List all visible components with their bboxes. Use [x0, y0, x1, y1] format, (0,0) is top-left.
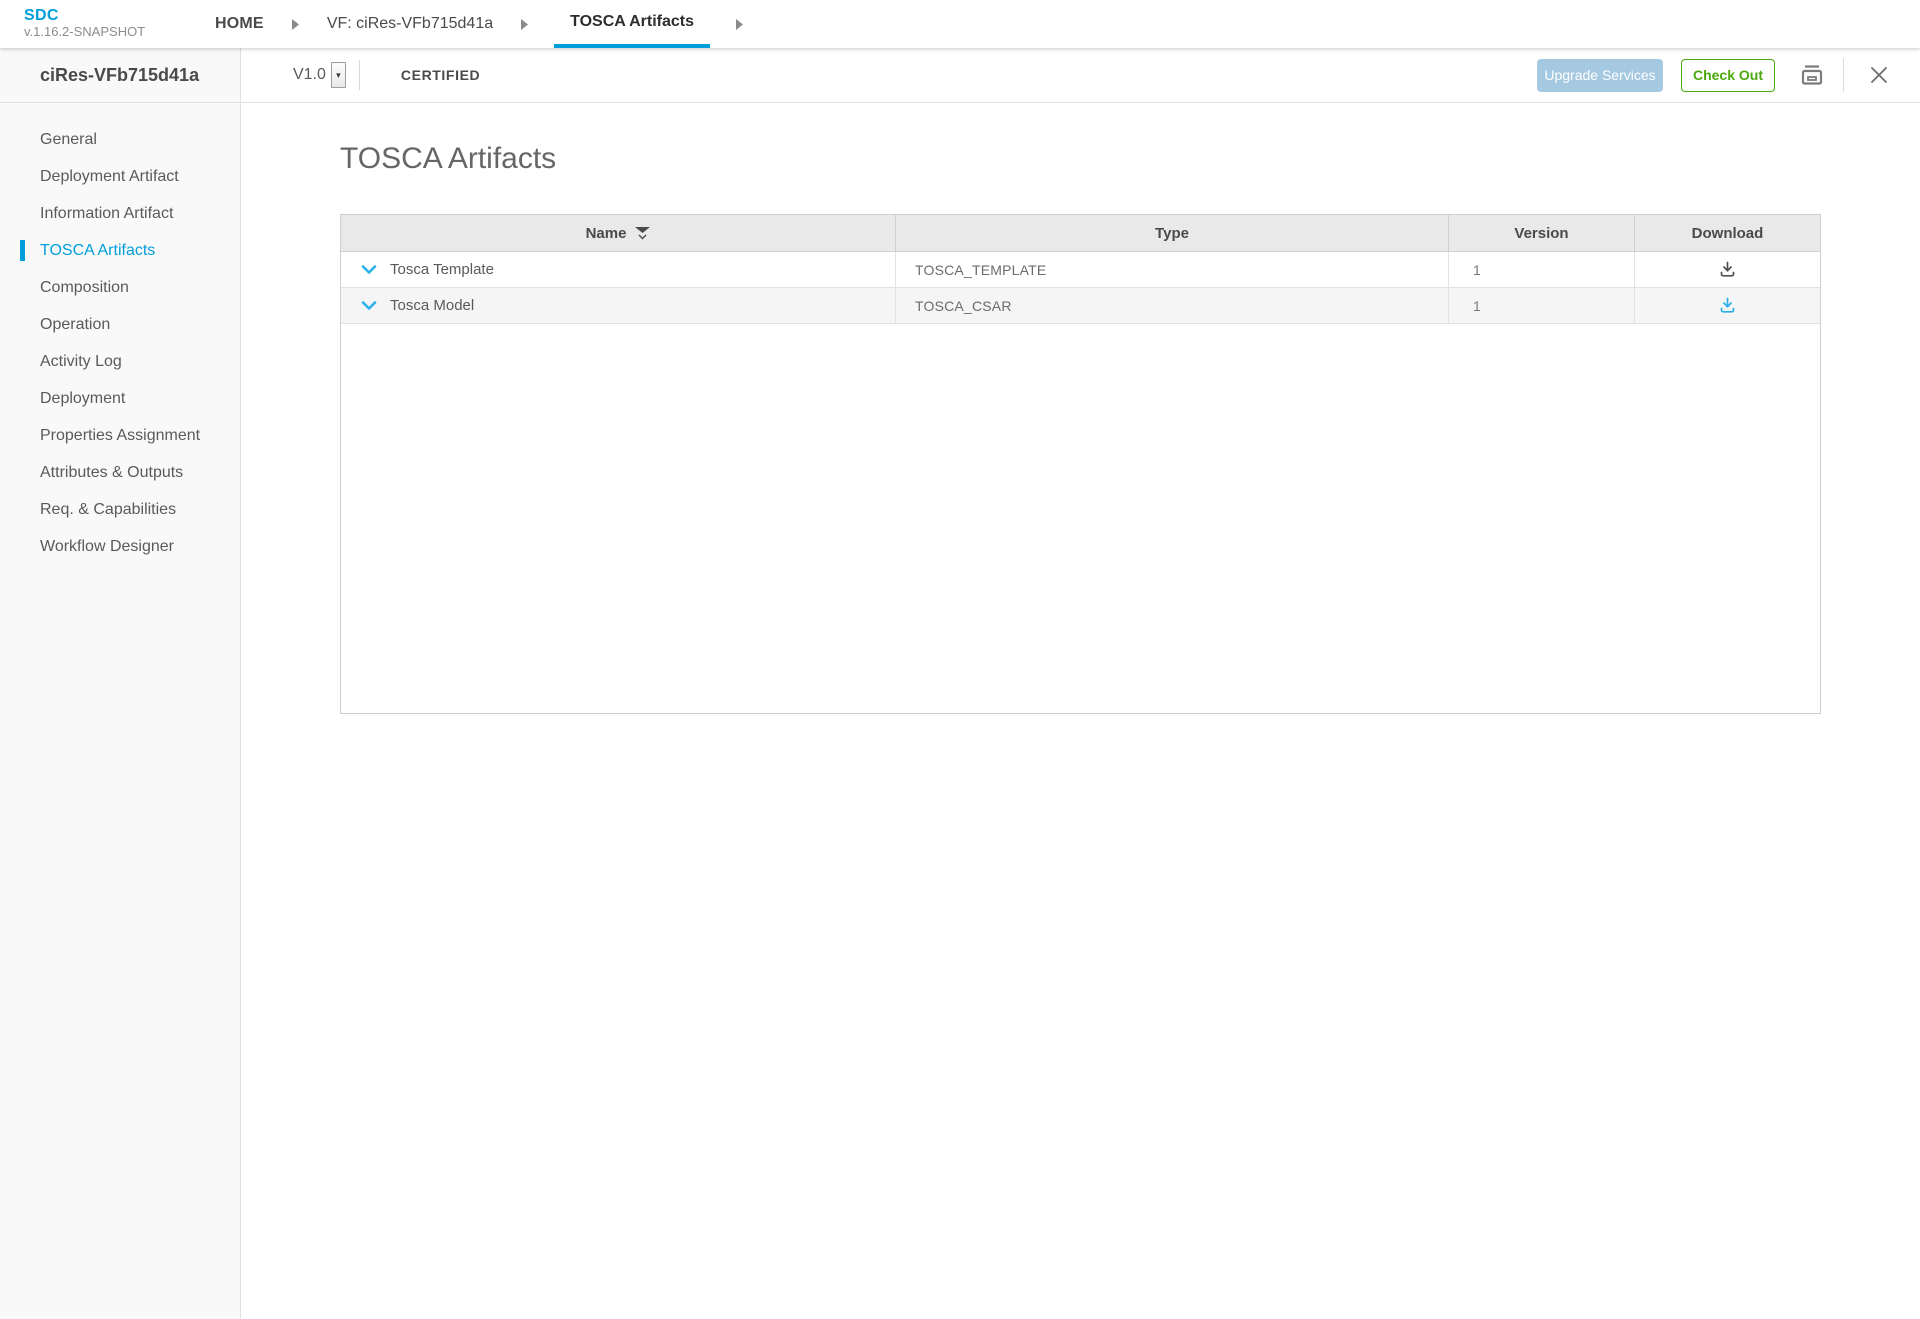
- breadcrumb-separator-icon: [291, 0, 299, 48]
- artifact-version: 1: [1449, 288, 1635, 323]
- main-content: TOSCA Artifacts Name Type Version Downlo…: [241, 104, 1920, 1319]
- active-indicator: [20, 240, 25, 261]
- sidebar-item-label: Workflow Designer: [40, 537, 174, 555]
- breadcrumb-home[interactable]: HOME: [213, 0, 266, 48]
- sidebar-item-operation[interactable]: Operation: [0, 306, 240, 343]
- sidebar-item-label: Deployment Artifact: [40, 167, 179, 185]
- artifact-type: TOSCA_CSAR: [896, 288, 1449, 323]
- lifecycle-status-badge: CERTIFIED: [400, 67, 481, 83]
- divider: [358, 60, 360, 90]
- column-header-type[interactable]: Type: [896, 215, 1449, 251]
- artifact-name: Tosca Template: [390, 261, 494, 278]
- sort-icon: [635, 226, 651, 240]
- sidebar-item-properties-assignment[interactable]: Properties Assignment: [0, 417, 240, 454]
- sidebar-item-label: Composition: [40, 278, 129, 296]
- sidebar-item-general[interactable]: General: [0, 121, 240, 158]
- sidebar-item-tosca-artifacts[interactable]: TOSCA Artifacts: [0, 232, 240, 269]
- print-icon[interactable]: [1797, 60, 1827, 90]
- column-header-label: Type: [1155, 224, 1189, 242]
- column-header-label: Name: [585, 224, 627, 242]
- resource-toolbar: V1.0 ▾ CERTIFIED Upgrade Services Check …: [241, 48, 1920, 103]
- resource-title: ciRes-VFb715d41a: [40, 64, 200, 85]
- sidebar: ciRes-VFb715d41a General Deployment Arti…: [0, 48, 241, 1319]
- sidebar-item-deployment-artifact[interactable]: Deployment Artifact: [0, 158, 240, 195]
- version-label: V1.0: [293, 66, 326, 83]
- page-title: TOSCA Artifacts: [340, 142, 557, 175]
- sidebar-item-composition[interactable]: Composition: [0, 269, 240, 306]
- top-bar: SDC v.1.16.2-SNAPSHOT HOME VF: ciRes-VFb…: [0, 0, 1920, 48]
- download-icon[interactable]: [1718, 260, 1737, 279]
- expand-chevron-icon[interactable]: [361, 264, 377, 275]
- sidebar-header: ciRes-VFb715d41a: [0, 48, 240, 103]
- check-out-button[interactable]: Check Out: [1681, 58, 1775, 92]
- app-logo-text: SDC: [24, 7, 59, 24]
- breadcrumb-separator-icon: [736, 0, 743, 48]
- sidebar-item-label: Deployment: [40, 389, 126, 407]
- breadcrumb: HOME VF: ciRes-VFb715d41a TOSCA Artifact…: [213, 0, 769, 48]
- artifact-name: Tosca Model: [390, 297, 475, 314]
- column-header-label: Version: [1514, 224, 1569, 242]
- sidebar-item-label: Activity Log: [40, 352, 122, 370]
- sidebar-item-label: Information Artifact: [40, 204, 174, 222]
- chevron-down-icon: ▾: [336, 69, 341, 80]
- sidebar-item-workflow-designer[interactable]: Workflow Designer: [0, 528, 240, 565]
- sidebar-item-label: TOSCA Artifacts: [40, 241, 156, 259]
- column-header-label: Download: [1691, 224, 1764, 242]
- sidebar-item-activity-log[interactable]: Activity Log: [0, 343, 240, 380]
- breadcrumb-vf[interactable]: VF: ciRes-VFb715d41a: [325, 0, 495, 48]
- sidebar-menu: General Deployment Artifact Information …: [0, 103, 240, 565]
- sidebar-item-label: Operation: [40, 315, 111, 333]
- sidebar-item-label: Req. & Capabilities: [40, 500, 177, 518]
- tosca-artifacts-table: Name Type Version Download Tosca Templat…: [340, 214, 1821, 714]
- breadcrumb-tosca-artifacts[interactable]: TOSCA Artifacts: [554, 0, 710, 48]
- close-icon[interactable]: [1864, 60, 1894, 90]
- table-row: Tosca Template TOSCA_TEMPLATE 1: [341, 252, 1820, 288]
- artifact-type: TOSCA_TEMPLATE: [896, 252, 1449, 287]
- column-header-download[interactable]: Download: [1635, 215, 1820, 251]
- expand-chevron-icon[interactable]: [361, 300, 377, 311]
- download-icon[interactable]: [1718, 296, 1737, 315]
- sidebar-item-attributes-outputs[interactable]: Attributes & Outputs: [0, 454, 240, 491]
- sidebar-item-deployment[interactable]: Deployment: [0, 380, 240, 417]
- sidebar-item-req-capabilities[interactable]: Req. & Capabilities: [0, 491, 240, 528]
- sidebar-item-label: General: [40, 130, 97, 148]
- app-logo[interactable]: SDC v.1.16.2-SNAPSHOT: [24, 7, 145, 39]
- artifact-version: 1: [1449, 252, 1635, 287]
- table-row: Tosca Model TOSCA_CSAR 1: [341, 288, 1820, 324]
- column-header-name[interactable]: Name: [341, 215, 896, 251]
- column-header-version[interactable]: Version: [1449, 215, 1635, 251]
- table-header-row: Name Type Version Download: [341, 215, 1820, 252]
- app-version: v.1.16.2-SNAPSHOT: [24, 23, 146, 39]
- upgrade-services-button[interactable]: Upgrade Services: [1537, 58, 1663, 92]
- sidebar-item-information-artifact[interactable]: Information Artifact: [0, 195, 240, 232]
- version-select[interactable]: ▾: [330, 62, 346, 88]
- divider: [1843, 58, 1844, 92]
- sidebar-item-label: Attributes & Outputs: [40, 463, 184, 481]
- breadcrumb-separator-icon: [521, 0, 529, 48]
- sidebar-item-label: Properties Assignment: [40, 426, 201, 444]
